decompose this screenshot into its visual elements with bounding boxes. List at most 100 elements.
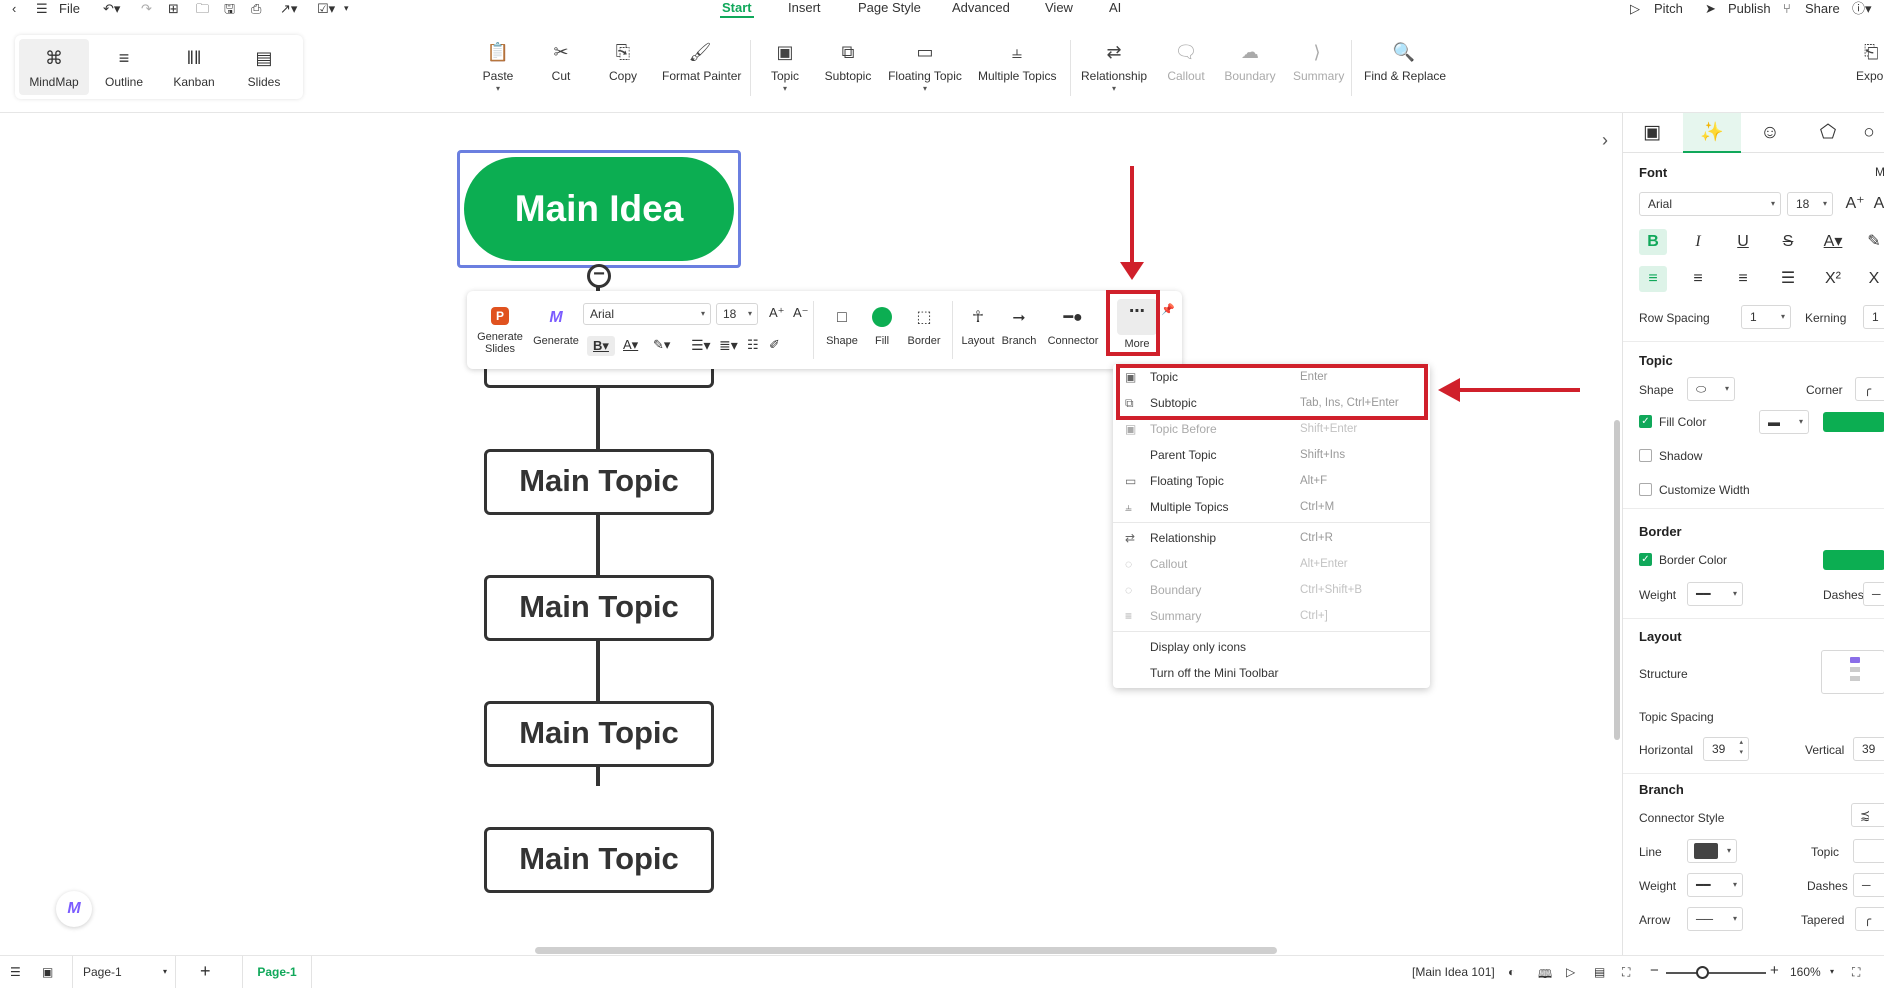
clear-format-icon[interactable]: ✐ [769,337,780,353]
add-page-icon[interactable]: + [200,961,211,982]
main-topic-node[interactable]: Main Topic [484,827,714,893]
vertical-spacing-input[interactable]: 39 [1853,737,1884,761]
shape-select[interactable]: ⬭ ▾ [1687,377,1735,401]
bold-icon[interactable]: B▾ [587,336,615,356]
checklist-icon[interactable]: ☑▾ [317,1,335,16]
branch-weight-select[interactable]: ━━ ▾ [1687,873,1743,897]
zoom-out-icon[interactable]: − [1650,962,1659,979]
superscript-icon[interactable]: X² [1819,266,1847,292]
topic-button[interactable]: ▣ Topic ▾ [769,40,801,93]
decrease-font-icon[interactable]: A [1873,191,1884,217]
numbering-icon[interactable]: ☰▾ [691,337,711,354]
relationship-button[interactable]: ⇄ Relationship ▾ [1081,40,1147,93]
menu-item-multiple-topics[interactable]: ⫨ Multiple Topics Ctrl+M [1113,494,1430,520]
theme-icon[interactable]: ◐ [1508,965,1515,979]
publish-button[interactable]: Publish [1728,1,1771,16]
play-icon[interactable]: ▷ [1566,965,1575,979]
new-file-icon[interactable]: ⊞ [168,1,179,16]
presentation-icon[interactable]: ▤ [1594,965,1605,979]
border-weight-select[interactable]: ━━ ▾ [1687,582,1743,606]
border-button[interactable]: ⬚ Border [904,307,944,347]
text-format-icon[interactable]: ☷ [747,337,759,353]
zoom-in-icon[interactable]: + [1770,962,1779,979]
callout-button[interactable]: 🗨 Callout [1166,40,1206,83]
decrease-font-icon[interactable]: A⁻ [793,305,809,321]
generate-slides-button[interactable]: P Generate Slides [477,307,523,355]
share-button[interactable]: Share [1805,1,1840,16]
shadow-checkbox[interactable] [1639,449,1652,462]
fill-button[interactable]: Fill [867,307,897,347]
book-view-icon[interactable]: 🕮 [1538,965,1552,986]
publish-icon[interactable]: ➤ [1705,1,1716,16]
menu-item-display-only-icons[interactable]: Display only icons [1113,634,1430,660]
border-dashes-select[interactable]: ─ [1863,582,1884,606]
arrow-select[interactable]: ── ▾ [1687,907,1743,931]
shape-button[interactable]: □ Shape [824,307,860,347]
main-topic-node[interactable]: Main Topic [484,449,714,515]
ai-assistant-logo-icon[interactable]: M [56,891,92,927]
fit-screen-icon[interactable]: ⛶ [1622,965,1630,980]
highlighter-icon[interactable]: ✎ [1863,229,1884,255]
panel-tab-theme[interactable]: ⬠ [1799,113,1857,153]
find-replace-button[interactable]: 🔍 Find & Replace [1364,40,1446,83]
boundary-button[interactable]: ☁ Boundary [1224,40,1276,83]
pin-icon[interactable]: 📌 [1161,303,1175,316]
text-align-icon[interactable]: ≣▾ [719,337,738,354]
copy-button[interactable]: ⎘ Copy [608,40,638,83]
connector-style-select[interactable]: ⪷ [1851,803,1884,827]
paste-button[interactable]: 📋 Paste ▾ [482,40,514,93]
panel-font-size-select[interactable]: 18 ▾ [1787,192,1833,216]
view-mindmap[interactable]: ⌘ MindMap [19,39,89,95]
align-right-icon[interactable]: ≡ [1729,266,1757,292]
cut-button[interactable]: ✂ Cut [549,40,573,83]
fullscreen-icon[interactable]: ⛶ [1852,965,1860,980]
panel-tab-more[interactable]: ○ [1853,113,1884,153]
branch-topic-select[interactable] [1853,839,1884,863]
chevron-down-icon[interactable]: ▾ [1830,967,1834,976]
menu-item-turn-off-mini-toolbar[interactable]: Turn off the Mini Toolbar [1113,660,1430,686]
panel-font-family-select[interactable]: Arial ▾ [1639,192,1781,216]
menu-item-boundary[interactable]: ◌ Boundary Ctrl+Shift+B [1113,577,1430,603]
border-color-checkbox[interactable]: ✓ [1639,553,1652,566]
italic-icon[interactable]: I [1684,229,1712,255]
tab-start[interactable]: Start [720,0,754,18]
file-menu[interactable]: File [59,1,80,16]
collapse-panel-chevron-icon[interactable]: › [1602,130,1608,151]
more-quick-icon[interactable]: ▾ [344,1,349,16]
align-left-icon[interactable]: ≡ [1639,266,1667,292]
row-spacing-select[interactable]: 1 ▾ [1741,305,1791,329]
view-slides[interactable]: ▤ Slides [229,39,299,95]
export-icon[interactable]: ↗▾ [280,1,297,16]
increase-font-icon[interactable]: A⁺ [1841,191,1869,217]
layout-button[interactable]: ☥ Layout [959,307,997,347]
outline-panel-icon[interactable]: ☰ [10,965,21,979]
menu-item-callout[interactable]: ◌ Callout Alt+Enter [1113,551,1430,577]
pitch-icon[interactable]: ▷ [1630,1,1640,16]
tab-ai[interactable]: AI [1109,0,1121,15]
justify-icon[interactable]: ☰ [1774,266,1802,292]
menu-item-summary[interactable]: ≡ Summary Ctrl+] [1113,603,1430,629]
menu-item-parent-topic[interactable]: Parent Topic Shift+Ins [1113,442,1430,468]
back-icon[interactable]: ‹ [12,1,16,16]
collapse-toggle-icon[interactable]: − [587,264,611,288]
connector-button[interactable]: ━● Connector [1043,307,1103,347]
subtopic-button[interactable]: ⧉ Subtopic [824,40,872,83]
format-painter-button[interactable]: 🖌 Format Painter [662,40,741,83]
hamburger-menu-icon[interactable]: ☰ [36,1,48,16]
fill-color-checkbox[interactable]: ✓ [1639,415,1652,428]
multiple-topics-button[interactable]: ⫨ Multiple Topics [978,40,1056,83]
fill-color-swatch[interactable] [1823,412,1884,432]
floating-topic-button[interactable]: ▭ Floating Topic ▾ [888,40,962,93]
help-icon[interactable]: ⓘ▾ [1852,1,1872,16]
redo-icon[interactable]: ↷ [141,1,152,16]
align-center-icon[interactable]: ≡ [1684,266,1712,292]
tab-insert[interactable]: Insert [788,0,821,15]
customize-width-checkbox[interactable] [1639,483,1652,496]
main-idea-node[interactable]: Main Idea [464,157,734,261]
vertical-scrollbar[interactable] [1614,420,1620,740]
view-outline[interactable]: ≡ Outline [89,39,159,95]
main-topic-node[interactable]: Main Topic [484,575,714,641]
kerning-input[interactable]: 1 [1863,305,1884,329]
page-tab[interactable]: Page-1 [242,956,312,988]
tab-advanced[interactable]: Advanced [952,0,1010,15]
